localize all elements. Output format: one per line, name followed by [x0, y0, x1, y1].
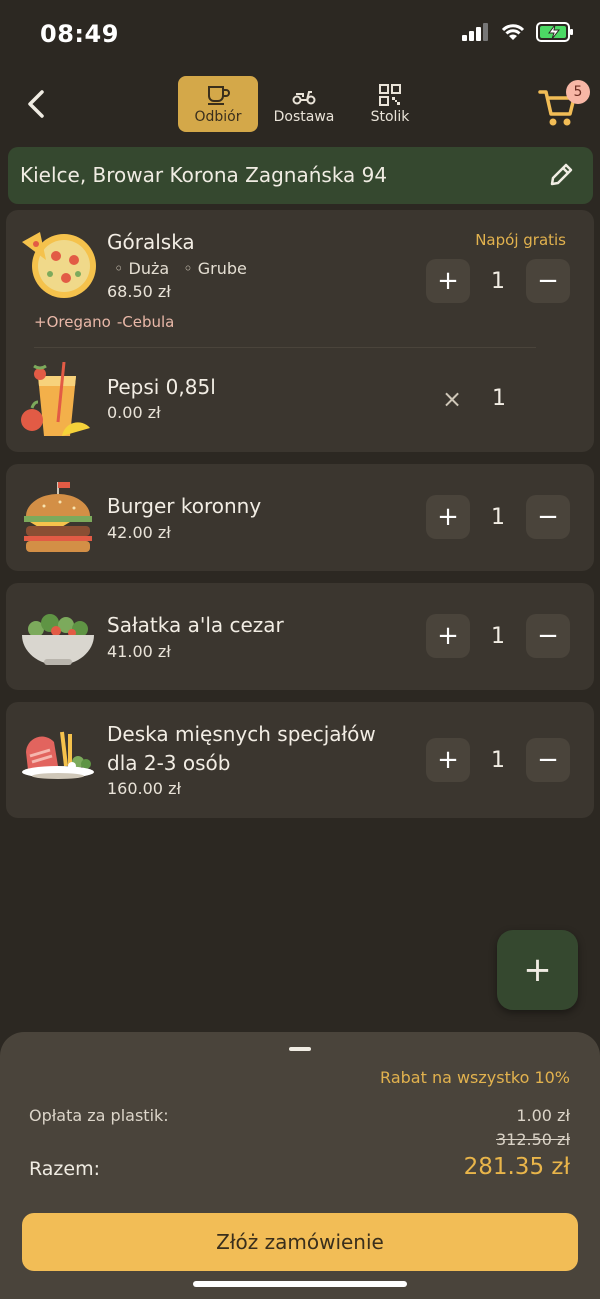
tab-odbior[interactable]: Odbiór: [178, 76, 258, 132]
status-icons: [462, 22, 574, 42]
item-price: 68.50 zł: [107, 282, 171, 301]
cart-item-card: Góralska Duża Grube 68.50 zł +Oregano -Ce…: [6, 210, 594, 452]
increase-button[interactable]: +: [426, 738, 470, 782]
top-header: Odbiór Dostawa Stolik 5: [0, 70, 600, 140]
burger-icon: [24, 482, 92, 552]
item-price: 160.00 zł: [107, 779, 182, 798]
drink-icon: [21, 362, 90, 436]
increase-button[interactable]: +: [426, 495, 470, 539]
cart-count-badge: 5: [566, 80, 590, 104]
plastic-fee-label: Opłata za plastik:: [29, 1106, 169, 1125]
quantity-value: 1: [491, 504, 505, 530]
plastic-fee-row: Opłata za plastik: 1.00 zł: [29, 1106, 570, 1125]
battery-charging-icon: [536, 22, 573, 42]
item-title: Góralska: [107, 230, 195, 254]
option-crust: Grube: [183, 259, 247, 278]
cart-button[interactable]: 5: [538, 80, 590, 130]
divider: [34, 347, 536, 348]
total-value: 281.35 zł: [463, 1154, 570, 1180]
item-title: Burger koronny: [107, 494, 262, 518]
plastic-fee-value: 1.00 zł: [516, 1106, 570, 1125]
decrease-button[interactable]: −: [526, 738, 570, 782]
place-order-button[interactable]: Złóż zamówienie: [22, 1213, 578, 1271]
back-icon[interactable]: [20, 84, 54, 124]
status-bar: 08:49: [0, 0, 600, 70]
tab-dostawa[interactable]: Dostawa: [264, 76, 344, 132]
tab-stolik-label: Stolik: [370, 108, 410, 125]
signal-icon: [462, 23, 488, 41]
modifier-removed: -Cebula: [116, 313, 175, 331]
bundled-item-title: Pepsi 0,85l: [107, 375, 216, 399]
order-summary-sheet: Rabat na wszystko 10% Opłata za plastik:…: [0, 1032, 600, 1299]
wifi-icon: [501, 24, 525, 40]
scooter-icon: [292, 90, 316, 104]
decrease-button[interactable]: −: [526, 495, 570, 539]
increase-button[interactable]: +: [426, 614, 470, 658]
promo-label: Napój gratis: [475, 231, 566, 249]
times-sign: ×: [442, 385, 463, 413]
qr-code-icon: [379, 83, 401, 106]
pizza-icon: [22, 232, 96, 298]
item-options: Duża Grube: [114, 259, 247, 278]
original-total: 312.50 zł: [495, 1130, 570, 1149]
item-price: 41.00 zł: [107, 642, 171, 661]
cart-item-card: Sałatka a'la cezar 41.00 zł + 1 −: [6, 583, 594, 690]
quantity-stepper: + 1 −: [426, 614, 570, 658]
pencil-icon[interactable]: [547, 161, 575, 189]
quantity-value: 1: [491, 623, 505, 649]
decrease-button[interactable]: −: [526, 259, 570, 303]
quantity-stepper: + 1 −: [426, 738, 570, 782]
meat-platter-icon: [22, 731, 94, 779]
order-mode-tabs: Odbiór Dostawa Stolik: [178, 76, 430, 132]
item-title-line2: dla 2-3 osób: [107, 751, 231, 775]
bundled-quantity: 1: [492, 386, 506, 411]
address-text: Kielce, Browar Korona Zagnańska 94: [20, 163, 388, 187]
item-title-line1: Deska mięsnych specjałów: [107, 722, 376, 746]
pickup-address-bar[interactable]: Kielce, Browar Korona Zagnańska 94: [8, 147, 593, 204]
item-modifiers: +Oregano -Cebula: [34, 313, 174, 331]
sheet-drag-handle[interactable]: [289, 1047, 311, 1051]
item-price: 42.00 zł: [107, 523, 171, 542]
quantity-stepper: + 1 −: [426, 259, 570, 303]
home-indicator[interactable]: [193, 1281, 407, 1287]
quantity-stepper: + 1 −: [426, 495, 570, 539]
item-title: Sałatka a'la cezar: [107, 613, 284, 637]
quantity-value: 1: [491, 268, 505, 294]
tab-stolik[interactable]: Stolik: [350, 76, 430, 132]
bundled-item-price: 0.00 zł: [107, 403, 161, 422]
status-time: 08:49: [40, 20, 119, 48]
salad-icon: [22, 614, 94, 665]
add-item-button[interactable]: +: [497, 930, 578, 1010]
coffee-cup-icon: [208, 85, 230, 105]
option-size: Duża: [114, 259, 170, 278]
cart-item-card: Burger koronny 42.00 zł + 1 −: [6, 464, 594, 571]
cart-item-card: Deska mięsnych specjałów dla 2-3 osób 16…: [6, 702, 594, 818]
discount-label: Rabat na wszystko 10%: [380, 1068, 570, 1087]
tab-dostawa-label: Dostawa: [273, 108, 335, 125]
increase-button[interactable]: +: [426, 259, 470, 303]
modifier-added: +Oregano: [34, 313, 111, 331]
quantity-value: 1: [491, 747, 505, 773]
total-label: Razem:: [29, 1158, 100, 1180]
tab-odbior-label: Odbiór: [194, 108, 242, 125]
decrease-button[interactable]: −: [526, 614, 570, 658]
